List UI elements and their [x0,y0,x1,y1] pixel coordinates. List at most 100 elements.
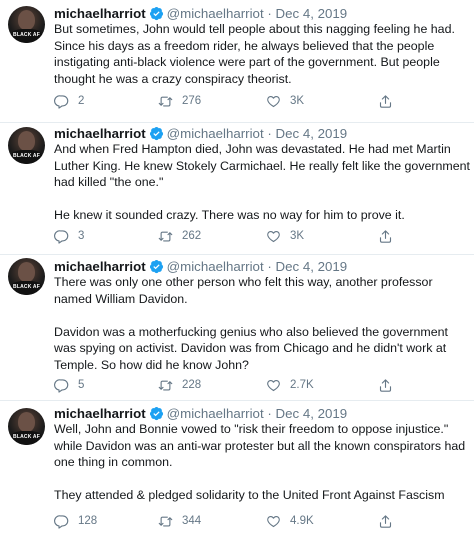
avatar-face [18,412,35,432]
like-button[interactable]: 3K [266,93,304,109]
header-separator: · [267,6,272,21]
reply-count: 5 [78,379,85,391]
share-button[interactable] [378,513,393,529]
user-handle[interactable]: @michaelharriot [167,6,264,21]
tweet[interactable]: BLACK AF michaelharriot @michaelharriot ·… [0,122,474,254]
reply-count: 128 [78,515,98,527]
tweet-paragraph: Well, John and Bonnie vowed to "risk the… [54,422,466,469]
display-name[interactable]: michaelharriot [54,6,146,21]
like-count: 3K [290,230,305,242]
tweet-actions: 2 276 3K [54,93,464,109]
reply-button[interactable]: 5 [54,377,84,393]
tweet-paragraph: There was only one other person who felt… [54,275,433,306]
avatar[interactable]: BLACK AF [8,258,45,295]
reply-count: 2 [78,95,85,107]
avatar[interactable]: BLACK AF [8,127,45,164]
share-icon [379,514,392,528]
share-icon [379,378,392,392]
retweet-icon [158,231,173,241]
share-button[interactable] [378,228,393,244]
verified-badge-icon [149,259,163,274]
reply-button[interactable]: 2 [54,93,84,109]
retweet-button[interactable]: 228 [158,377,201,393]
like-button[interactable]: 3K [266,228,304,244]
retweet-button[interactable]: 262 [158,228,201,244]
tweet[interactable]: BLACK AF michaelharriot @michaelharriot ·… [0,400,474,534]
like-icon [267,379,280,391]
retweet-icon [158,380,173,390]
tweet-paragraph: He knew it sounded crazy. There was no w… [54,208,405,222]
reply-icon [54,378,69,393]
retweet-button[interactable]: 276 [158,93,201,109]
tweet-feed: BLACK AF michaelharriot @michaelharriot ·… [0,0,474,534]
like-count: 2.7K [290,379,314,391]
retweet-count: 276 [182,95,202,107]
reply-icon [54,229,69,244]
tweet-date[interactable]: Dec 4, 2019 [276,259,348,274]
avatar-shirt-text: BLACK AF [13,284,40,290]
tweet-text: Well, John and Bonnie vowed to "risk the… [54,421,470,504]
share-icon [379,229,392,243]
avatar[interactable]: BLACK AF [8,408,45,445]
tweet-header: michaelharriot @michaelharriot · Dec 4, 2… [54,125,347,142]
avatar-shirt-text: BLACK AF [13,153,40,159]
retweet-button[interactable]: 344 [158,513,201,529]
avatar-shirt-text: BLACK AF [13,434,40,440]
like-icon [267,95,280,107]
tweet[interactable]: BLACK AF michaelharriot @michaelharriot ·… [0,0,474,122]
avatar-shirt-text: BLACK AF [13,32,40,38]
user-handle[interactable]: @michaelharriot [167,406,264,421]
share-button[interactable] [378,377,393,393]
display-name[interactable]: michaelharriot [54,126,146,141]
retweet-icon [158,96,173,106]
tweet-text: And when Fred Hampton died, John was dev… [54,141,470,224]
tweet-date[interactable]: Dec 4, 2019 [276,406,348,421]
retweet-icon [158,516,173,526]
reply-icon [54,94,69,109]
share-button[interactable] [378,93,393,109]
share-icon [379,94,392,108]
reply-button[interactable]: 128 [54,513,97,529]
verified-badge-icon [149,406,163,421]
display-name[interactable]: michaelharriot [54,259,146,274]
header-separator: · [267,126,272,141]
avatar-face [18,262,35,282]
retweet-count: 228 [182,379,202,391]
header-separator: · [267,406,272,421]
tweet-date[interactable]: Dec 4, 2019 [276,126,348,141]
avatar[interactable]: BLACK AF [8,6,45,43]
retweet-count: 262 [182,230,202,242]
display-name[interactable]: michaelharriot [54,406,146,421]
retweet-count: 344 [182,515,202,527]
tweet-paragraph: They attended & pledged solidarity to th… [54,488,445,502]
reply-button[interactable]: 3 [54,228,84,244]
tweet-paragraph: And when Fred Hampton died, John was dev… [54,142,470,189]
avatar-face [18,131,35,151]
tweet-actions: 3 262 3K [54,228,464,244]
tweet-text: There was only one other person who felt… [54,274,470,373]
tweet-header: michaelharriot @michaelharriot · Dec 4, 2… [54,258,347,275]
reply-count: 3 [78,230,85,242]
tweet-header: michaelharriot @michaelharriot · Dec 4, 2… [54,405,347,422]
tweet-paragraph: But sometimes, John would tell people ab… [54,22,455,86]
user-handle[interactable]: @michaelharriot [167,126,264,141]
like-icon [267,515,280,527]
user-handle[interactable]: @michaelharriot [167,259,264,274]
tweet-text: But sometimes, John would tell people ab… [54,21,470,87]
tweet-paragraph: Davidon was a motherfucking genius who a… [54,324,448,372]
reply-icon [54,514,69,529]
tweet[interactable]: BLACK AF michaelharriot @michaelharriot ·… [0,254,474,400]
like-icon [267,230,280,242]
like-button[interactable]: 2.7K [266,377,314,393]
tweet-actions: 128 344 4.9K [54,513,464,529]
header-separator: · [267,259,272,274]
like-button[interactable]: 4.9K [266,513,314,529]
tweet-date[interactable]: Dec 4, 2019 [276,6,348,21]
like-count: 4.9K [290,515,314,527]
verified-badge-icon [149,126,163,141]
avatar-face [18,10,35,30]
like-count: 3K [290,95,305,107]
verified-badge-icon [149,6,163,21]
tweet-header: michaelharriot @michaelharriot · Dec 4, 2… [54,5,347,22]
tweet-actions: 5 228 2.7K [54,377,464,393]
